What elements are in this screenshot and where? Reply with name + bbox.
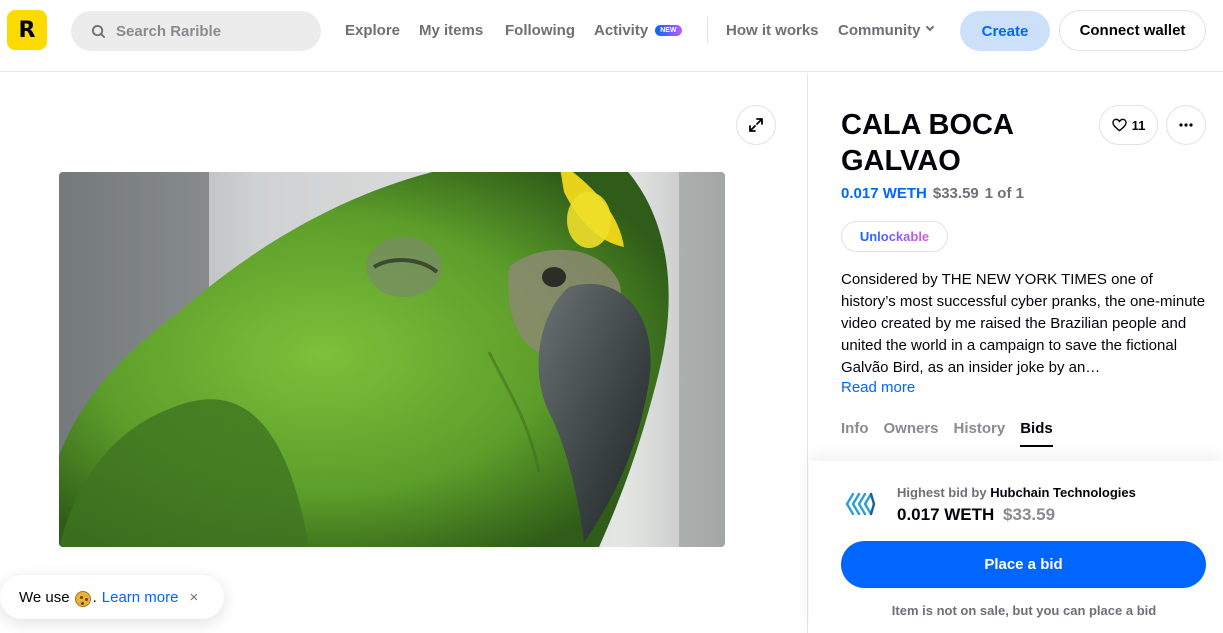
cookie-text: We use bbox=[19, 588, 70, 606]
search-bar[interactable] bbox=[71, 11, 321, 51]
highest-bid-amount-line: 0.017 WETH $33.59 bbox=[897, 505, 1055, 525]
item-details-panel: CALA BOCA GALVAO 11 0.017 WETH $33.59 1 of… bbox=[809, 73, 1223, 633]
nav-how-it-works[interactable]: How it works bbox=[726, 0, 819, 60]
like-count: 11 bbox=[1131, 117, 1146, 133]
cookie-learn-more-link[interactable]: Learn more bbox=[102, 589, 179, 606]
nft-video[interactable] bbox=[59, 172, 725, 547]
bid-panel: Highest bid by Hubchain Technologies 0.0… bbox=[809, 461, 1223, 633]
hubchain-logo-icon bbox=[845, 492, 876, 516]
nav-activity[interactable]: Activity NEW bbox=[594, 0, 682, 60]
item-title: CALA BOCA GALVAO bbox=[841, 109, 1013, 177]
nav-divider bbox=[707, 17, 708, 43]
highest-bid-prefix: Highest bid by bbox=[897, 485, 987, 500]
heart-icon bbox=[1111, 118, 1127, 132]
cookie-period: . bbox=[92, 588, 97, 606]
highest-bid-usd: $33.59 bbox=[1003, 505, 1056, 524]
nav-how-it-works-label: How it works bbox=[726, 21, 819, 39]
unlockable-badge[interactable]: Unlockable bbox=[841, 221, 948, 252]
parrot-image bbox=[59, 172, 725, 547]
tab-owners[interactable]: Owners bbox=[884, 420, 939, 447]
nav-my-items[interactable]: My items bbox=[419, 0, 483, 60]
search-icon bbox=[91, 24, 106, 38]
unlockable-label: Unlockable bbox=[859, 229, 930, 244]
more-options-button[interactable] bbox=[1166, 105, 1206, 145]
price-weth: 0.017 WETH bbox=[841, 185, 927, 202]
media-preview-area: We use . Learn more × bbox=[0, 73, 808, 633]
search-input[interactable] bbox=[116, 22, 306, 40]
nav-community-label: Community bbox=[838, 21, 921, 39]
connect-wallet-button[interactable]: Connect wallet bbox=[1059, 10, 1206, 51]
expand-button[interactable] bbox=[736, 105, 776, 145]
edition-count: 1 of 1 bbox=[984, 185, 1024, 202]
nav-following[interactable]: Following bbox=[505, 0, 575, 60]
nav-following-label: Following bbox=[505, 21, 575, 39]
chevron-down-icon bbox=[925, 22, 934, 32]
rarible-logo[interactable]: R bbox=[7, 10, 47, 50]
bidder-name[interactable]: Hubchain Technologies bbox=[990, 485, 1136, 500]
nav-explore[interactable]: Explore bbox=[345, 0, 400, 60]
price-line: 0.017 WETH $33.59 1 of 1 bbox=[841, 185, 1024, 202]
item-description: Considered by THE NEW YORK TIMES one of … bbox=[841, 271, 1206, 376]
read-more-link[interactable]: Read more bbox=[841, 379, 915, 396]
top-header: R Explore My items Following Activity NE… bbox=[0, 0, 1223, 72]
nav-activity-label: Activity bbox=[594, 21, 649, 39]
highest-bid-amount: 0.017 WETH bbox=[897, 505, 995, 524]
nav-community[interactable]: Community bbox=[838, 0, 934, 60]
detail-tabs: Info Owners History Bids bbox=[841, 420, 1068, 447]
highest-bid-line: Highest bid by Hubchain Technologies bbox=[897, 485, 1136, 500]
new-badge: NEW bbox=[655, 24, 682, 36]
nav-explore-label: Explore bbox=[345, 21, 401, 39]
price-usd: $33.59 bbox=[932, 185, 979, 202]
tab-history[interactable]: History bbox=[954, 420, 1006, 447]
bidder-avatar[interactable] bbox=[839, 483, 881, 525]
place-bid-button[interactable]: Place a bid bbox=[841, 541, 1206, 588]
cookie-icon bbox=[74, 591, 91, 607]
expand-icon bbox=[749, 118, 763, 132]
close-icon[interactable]: × bbox=[189, 589, 198, 606]
tab-bids[interactable]: Bids bbox=[1020, 420, 1053, 447]
bid-note: Item is not on sale, but you can place a… bbox=[891, 603, 1157, 618]
like-button[interactable]: 11 bbox=[1099, 105, 1158, 145]
cookie-banner: We use . Learn more × bbox=[0, 575, 224, 619]
logo-letter: R bbox=[18, 17, 36, 43]
more-dots-icon bbox=[1179, 123, 1193, 127]
create-button[interactable]: Create bbox=[960, 11, 1050, 51]
nav-my-items-label: My items bbox=[419, 21, 484, 39]
tab-info[interactable]: Info bbox=[841, 420, 869, 447]
